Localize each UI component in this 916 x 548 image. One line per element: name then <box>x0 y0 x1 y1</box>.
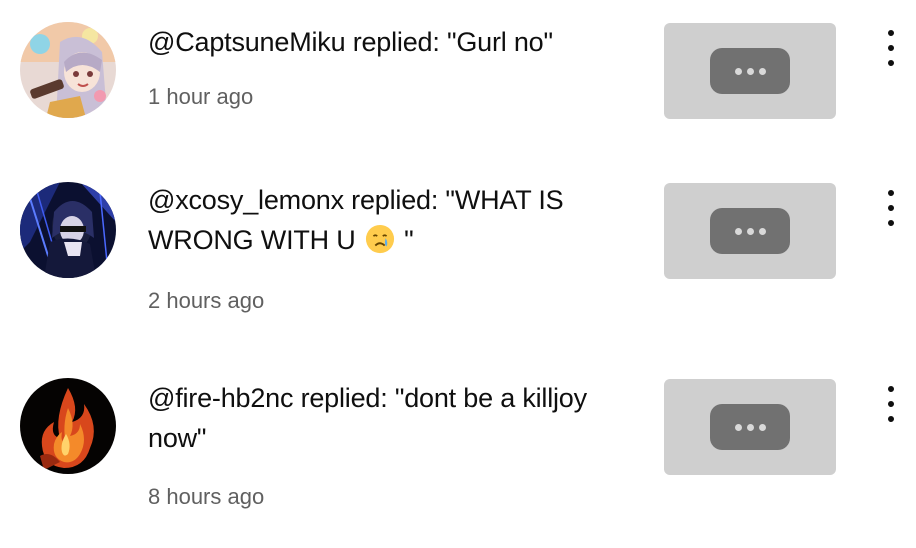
notification-item[interactable]: @fire-hb2nc replied: "dont be a killjoy … <box>0 350 916 548</box>
dark-blue-figure-avatar-icon[interactable] <box>20 182 116 278</box>
flame-avatar-icon[interactable] <box>20 378 116 474</box>
ellipsis-bubble-icon <box>710 48 790 94</box>
crying-face-emoji-icon <box>365 224 394 254</box>
ellipsis-bubble-icon <box>710 208 790 254</box>
ellipsis-bubble-icon <box>710 404 790 450</box>
notification-message: @CaptsuneMiku replied: "Gurl no" <box>148 27 553 57</box>
anime-character-avatar-icon[interactable] <box>20 22 116 118</box>
more-vertical-icon[interactable] <box>884 190 898 226</box>
comment-bubble-thumbnail-icon[interactable] <box>664 379 836 475</box>
notification-text[interactable]: @fire-hb2nc replied: "dont be a killjoy … <box>148 378 618 512</box>
more-vertical-icon[interactable] <box>884 386 898 422</box>
notification-time: 1 hour ago <box>148 84 254 109</box>
more-vertical-icon[interactable] <box>884 30 898 66</box>
notification-text[interactable]: @xcosy_lemonx replied: "WHAT IS WRONG WI… <box>148 180 618 316</box>
notification-item[interactable]: @CaptsuneMiku replied: "Gurl no" 1 hour … <box>0 0 916 150</box>
notification-text[interactable]: @CaptsuneMiku replied: "Gurl no" 1 hour … <box>148 22 618 112</box>
notification-time: 8 hours ago <box>148 484 265 509</box>
notification-message-text-end: " <box>396 225 414 255</box>
notification-time: 2 hours ago <box>148 288 265 313</box>
notification-message: @fire-hb2nc replied: "dont be a killjoy … <box>148 383 595 453</box>
notification-item[interactable]: @xcosy_lemonx replied: "WHAT IS WRONG WI… <box>0 150 916 350</box>
comment-bubble-thumbnail-icon[interactable] <box>664 183 836 279</box>
notification-message: @xcosy_lemonx replied: "WHAT IS WRONG WI… <box>148 180 618 260</box>
notification-message-text: @xcosy_lemonx replied: "WHAT IS WRONG WI… <box>148 185 571 255</box>
comment-bubble-thumbnail-icon[interactable] <box>664 23 836 119</box>
